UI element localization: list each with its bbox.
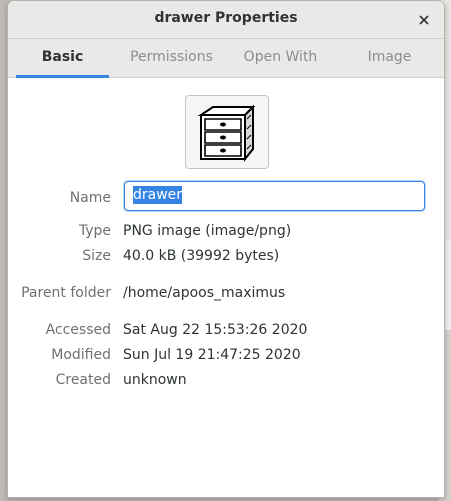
size-value: 40.0 kB (39992 bytes) bbox=[123, 248, 280, 264]
window-title: drawer Properties bbox=[154, 10, 298, 26]
type-label: Type bbox=[78, 223, 111, 239]
size-label: Size bbox=[82, 248, 111, 264]
close-button[interactable] bbox=[412, 8, 436, 32]
file-icon-button[interactable] bbox=[185, 95, 269, 169]
drawer-icon bbox=[197, 104, 256, 162]
close-icon bbox=[419, 15, 429, 25]
accessed-value: Sat Aug 22 15:53:26 2020 bbox=[123, 322, 308, 338]
type-value: PNG image (image/png) bbox=[123, 223, 292, 239]
title-bar: drawer Properties bbox=[8, 1, 444, 39]
name-value: drawer bbox=[133, 186, 183, 204]
tab-open-with[interactable]: Open With bbox=[226, 39, 335, 77]
tab-image[interactable]: Image bbox=[335, 39, 444, 77]
parent-folder-value[interactable]: /home/apoos_maximus bbox=[123, 285, 285, 301]
accessed-label: Accessed bbox=[45, 322, 111, 338]
modified-label: Modified bbox=[51, 347, 111, 363]
properties-dialog: drawer Properties Basic Permissions Open… bbox=[7, 0, 445, 498]
created-value: unknown bbox=[123, 372, 187, 388]
tab-bar: Basic Permissions Open With Image bbox=[8, 39, 444, 78]
parent-folder-label: Parent folder bbox=[21, 285, 111, 301]
name-label: Name bbox=[69, 190, 111, 206]
modified-value: Sun Jul 19 21:47:25 2020 bbox=[123, 347, 301, 363]
name-field[interactable]: drawer bbox=[124, 181, 425, 211]
created-label: Created bbox=[55, 372, 111, 388]
tab-basic[interactable]: Basic bbox=[8, 39, 117, 78]
basic-panel: Name drawer Type PNG image (image/png) S… bbox=[8, 78, 444, 497]
tab-permissions[interactable]: Permissions bbox=[117, 39, 226, 77]
